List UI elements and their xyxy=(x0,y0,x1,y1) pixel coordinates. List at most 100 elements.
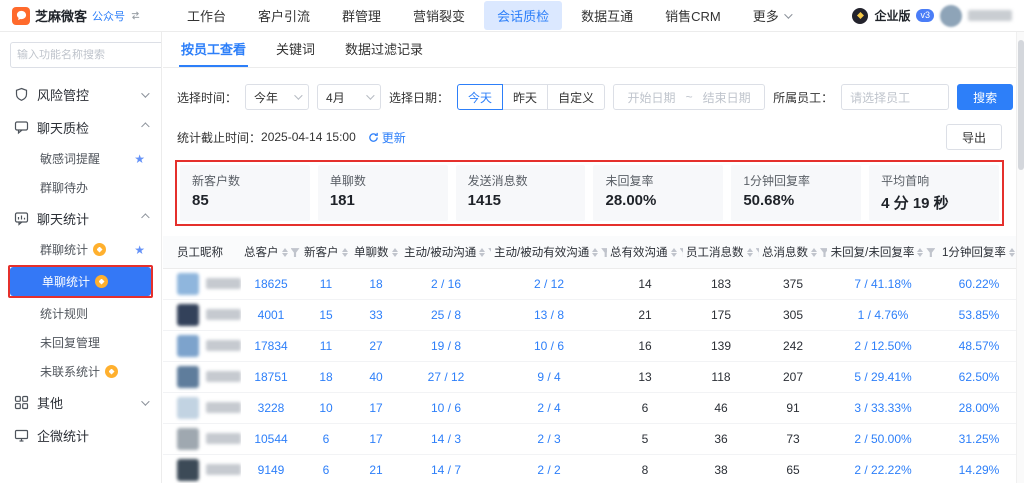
sort-icon[interactable] xyxy=(392,248,398,257)
user-avatar[interactable] xyxy=(940,5,962,27)
sidebar-item-risk-control[interactable]: 风险管控 xyxy=(8,78,153,111)
table-cell[interactable]: 14 / 3 xyxy=(401,423,491,454)
column-header[interactable]: 单聊数 xyxy=(351,236,401,268)
table-cell[interactable]: 7 / 41.18% xyxy=(827,268,939,299)
table-cell[interactable]: 17834 xyxy=(241,330,301,361)
sort-icon[interactable] xyxy=(917,248,923,257)
window-scrollbar[interactable] xyxy=(1016,32,1024,483)
column-header[interactable]: 未回复/未回复率 xyxy=(827,236,939,268)
table-cell[interactable]: 60.22% xyxy=(939,268,1016,299)
sidebar-item-sensitive-words[interactable]: 敏感词提醒 ★ xyxy=(8,144,153,173)
nav-more[interactable]: 更多 xyxy=(740,1,803,30)
sidebar-item-other[interactable]: 其他 xyxy=(8,386,153,419)
table-cell[interactable]: 40 xyxy=(351,361,401,392)
filter-icon[interactable] xyxy=(401,248,402,257)
table-cell[interactable]: 11 xyxy=(301,330,351,361)
column-header[interactable]: 总消息数 xyxy=(759,236,827,268)
table-cell[interactable]: 18 xyxy=(351,268,401,299)
column-header[interactable]: 总有效沟通 xyxy=(607,236,683,268)
table-cell[interactable]: 2 / 4 xyxy=(491,392,607,423)
sidebar-item-chat-quality[interactable]: 聊天质检 xyxy=(8,111,153,144)
sidebar-search-input[interactable] xyxy=(17,49,159,61)
table-cell[interactable]: 31.25% xyxy=(939,423,1016,454)
table-cell[interactable]: 10 / 6 xyxy=(491,330,607,361)
table-cell[interactable]: 2 / 2 xyxy=(491,454,607,483)
filter-icon[interactable] xyxy=(820,248,827,257)
switch-account-icon[interactable] xyxy=(130,10,141,21)
table-cell[interactable]: 11 xyxy=(301,268,351,299)
table-cell[interactable]: 53.85% xyxy=(939,299,1016,330)
table-cell[interactable]: 10544 xyxy=(241,423,301,454)
sort-icon[interactable] xyxy=(479,248,485,257)
table-cell[interactable]: 10 / 6 xyxy=(401,392,491,423)
table-cell[interactable]: 17 xyxy=(351,392,401,423)
table-cell[interactable]: 17 xyxy=(351,423,401,454)
staff-select[interactable]: 请选择员工 xyxy=(841,84,949,110)
sidebar-item-single-chat-stats[interactable]: 单聊统计 xyxy=(10,267,151,296)
table-cell[interactable]: 27 xyxy=(351,330,401,361)
nav-conversation-quality[interactable]: 会话质检 xyxy=(484,1,562,30)
table-cell[interactable]: 2 / 50.00% xyxy=(827,423,939,454)
filter-icon[interactable] xyxy=(351,248,352,257)
table-cell[interactable]: 3 / 33.33% xyxy=(827,392,939,423)
table-cell[interactable]: 15 xyxy=(301,299,351,330)
table-cell[interactable]: 18625 xyxy=(241,268,301,299)
nav-data-interchange[interactable]: 数据互通 xyxy=(568,1,646,30)
sort-icon[interactable] xyxy=(592,248,598,257)
yesterday-button[interactable]: 昨天 xyxy=(502,84,548,110)
table-cell[interactable]: 10 xyxy=(301,392,351,423)
table-cell[interactable]: 2 / 16 xyxy=(401,268,491,299)
nav-customer-acquisition[interactable]: 客户引流 xyxy=(245,1,323,30)
sidebar-item-group-chat-stats[interactable]: 群聊统计 ★ xyxy=(8,235,153,264)
search-button[interactable]: 搜索 xyxy=(957,84,1013,110)
sort-icon[interactable] xyxy=(811,248,817,257)
table-cell[interactable]: 21 xyxy=(351,454,401,483)
column-header[interactable]: 1分钟回复率 xyxy=(939,236,1016,268)
account-type-label[interactable]: 公众号 xyxy=(92,8,125,24)
sidebar-item-uncontacted-stats[interactable]: 未联系统计 xyxy=(8,357,153,386)
table-cell[interactable]: 2 / 12.50% xyxy=(827,330,939,361)
column-header[interactable]: 主动/被动有效沟通 xyxy=(491,236,607,268)
table-cell[interactable]: 33 xyxy=(351,299,401,330)
filter-icon[interactable] xyxy=(680,248,684,257)
table-cell[interactable]: 9 / 4 xyxy=(491,361,607,392)
tab-by-employee[interactable]: 按员工查看 xyxy=(179,32,248,67)
refresh-link[interactable]: 更新 xyxy=(368,129,406,146)
sort-icon[interactable] xyxy=(282,248,288,257)
tab-keywords[interactable]: 关键词 xyxy=(274,32,317,67)
sort-icon[interactable] xyxy=(342,248,348,257)
table-cell[interactable]: 2 / 3 xyxy=(491,423,607,454)
year-select[interactable]: 今年 xyxy=(245,84,309,110)
export-button[interactable]: 导出 xyxy=(946,124,1002,150)
sidebar-item-chat-stats[interactable]: 聊天统计 xyxy=(8,202,153,235)
sidebar-item-stats-rules[interactable]: 统计规则 xyxy=(8,299,153,328)
table-cell[interactable]: 6 xyxy=(301,454,351,483)
table-cell[interactable]: 18 xyxy=(301,361,351,392)
table-cell[interactable]: 27 / 12 xyxy=(401,361,491,392)
table-cell[interactable]: 9149 xyxy=(241,454,301,483)
table-cell[interactable]: 3228 xyxy=(241,392,301,423)
table-cell[interactable]: 1 / 4.76% xyxy=(827,299,939,330)
filter-icon[interactable] xyxy=(756,248,760,257)
table-cell[interactable]: 62.50% xyxy=(939,361,1016,392)
scrollbar-thumb[interactable] xyxy=(1018,40,1024,170)
filter-icon[interactable] xyxy=(926,248,935,257)
filter-icon[interactable] xyxy=(601,248,607,257)
column-header[interactable]: 主动/被动沟通 xyxy=(401,236,491,268)
table-cell[interactable]: 5 / 29.41% xyxy=(827,361,939,392)
nav-marketing-fission[interactable]: 营销裂变 xyxy=(400,1,478,30)
table-cell[interactable]: 25 / 8 xyxy=(401,299,491,330)
filter-icon[interactable] xyxy=(291,248,300,257)
table-cell[interactable]: 48.57% xyxy=(939,330,1016,361)
table-cell[interactable]: 13 / 8 xyxy=(491,299,607,330)
date-range-input[interactable]: 开始日期 ~ 结束日期 xyxy=(613,84,765,110)
table-cell[interactable]: 2 / 22.22% xyxy=(827,454,939,483)
table-cell[interactable]: 14 / 7 xyxy=(401,454,491,483)
sidebar-search-box[interactable] xyxy=(10,42,162,68)
table-cell[interactable]: 19 / 8 xyxy=(401,330,491,361)
filter-icon[interactable] xyxy=(488,248,491,257)
nav-sales-crm[interactable]: 销售CRM xyxy=(652,1,734,30)
tab-data-filter-records[interactable]: 数据过滤记录 xyxy=(343,32,425,67)
sort-icon[interactable] xyxy=(671,248,677,257)
sort-icon[interactable] xyxy=(747,248,753,257)
